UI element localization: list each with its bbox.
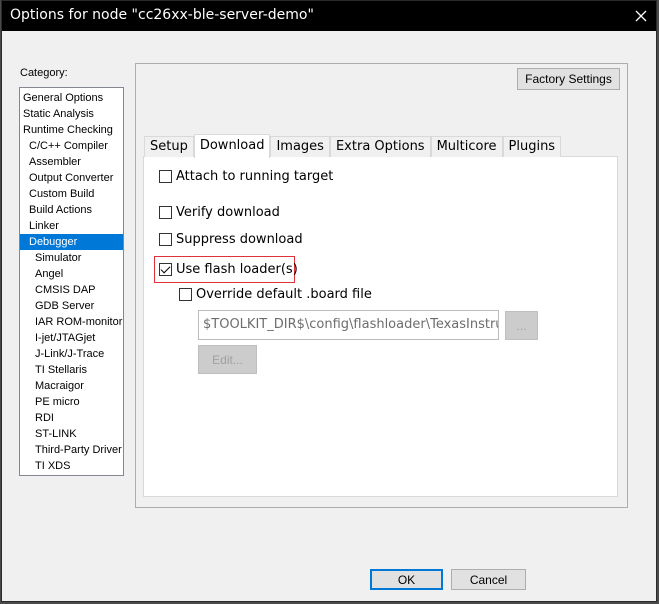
category-list[interactable]: General Options Static Analysis Runtime Ch…	[19, 87, 124, 476]
category-item[interactable]: C/C++ Compiler	[20, 138, 123, 154]
category-item[interactable]: Angel	[20, 266, 123, 282]
category-item[interactable]: RDI	[20, 410, 123, 426]
category-item[interactable]: Debugger	[20, 234, 123, 250]
attach-label: Attach to running target	[176, 169, 334, 184]
close-icon	[635, 10, 647, 22]
edit-button[interactable]: Edit...	[198, 345, 257, 374]
use-flash-loader-option[interactable]: Use flash loader(s)	[159, 262, 298, 277]
category-item[interactable]: TI XDS	[20, 458, 123, 474]
tab-setup[interactable]: Setup	[144, 136, 194, 157]
flash-loader-checkbox[interactable]	[159, 263, 172, 276]
close-button[interactable]	[626, 1, 656, 31]
category-item[interactable]: General Options	[20, 90, 123, 106]
title-bar[interactable]: Options for node "cc26xx-ble-server-demo…	[2, 1, 656, 31]
category-item[interactable]: Assembler	[20, 154, 123, 170]
category-item[interactable]: Linker	[20, 218, 123, 234]
tab-download[interactable]: Download	[193, 134, 271, 158]
tab-multicore[interactable]: Multicore	[430, 136, 503, 157]
category-item[interactable]: Output Converter	[20, 170, 123, 186]
category-item[interactable]: Static Analysis	[20, 106, 123, 122]
suppress-label: Suppress download	[176, 232, 303, 247]
attach-checkbox[interactable]	[159, 170, 172, 183]
factory-settings-button[interactable]: Factory Settings	[517, 68, 620, 90]
category-item[interactable]: ST-LINK	[20, 426, 123, 442]
category-item[interactable]: Runtime Checking	[20, 122, 123, 138]
window-title: Options for node "cc26xx-ble-server-demo…	[10, 7, 314, 23]
tab-strip: Setup Download Images Extra Options Multicor…	[144, 134, 562, 158]
override-checkbox[interactable]	[179, 288, 192, 301]
category-item[interactable]: Simulator	[20, 250, 123, 266]
verify-label: Verify download	[176, 205, 280, 220]
category-item[interactable]: I-jet/JTAGjet	[20, 330, 123, 346]
suppress-checkbox[interactable]	[159, 233, 172, 246]
cancel-button[interactable]: Cancel	[451, 569, 526, 590]
tab-extra-options[interactable]: Extra Options	[329, 136, 431, 157]
override-label: Override default .board file	[196, 287, 372, 302]
tab-images[interactable]: Images	[270, 136, 330, 157]
dialog-client-area: Category: General Options Static Analysis…	[2, 31, 656, 601]
category-item[interactable]: TI Stellaris	[20, 362, 123, 378]
suppress-download-option[interactable]: Suppress download	[159, 232, 303, 247]
category-item[interactable]: Build Actions	[20, 202, 123, 218]
category-item[interactable]: J-Link/J-Trace	[20, 346, 123, 362]
category-item[interactable]: Custom Build	[20, 186, 123, 202]
override-board-file-option[interactable]: Override default .board file	[179, 287, 372, 302]
category-item[interactable]: IAR ROM-monitor	[20, 314, 123, 330]
category-label: Category:	[20, 67, 68, 79]
verify-download-option[interactable]: Verify download	[159, 205, 280, 220]
category-item[interactable]: Macraigor	[20, 378, 123, 394]
category-item[interactable]: GDB Server	[20, 298, 123, 314]
category-item[interactable]: CMSIS DAP	[20, 282, 123, 298]
ok-button[interactable]: OK	[370, 569, 443, 590]
category-item[interactable]: PE micro	[20, 394, 123, 410]
attach-to-target-option[interactable]: Attach to running target	[159, 169, 333, 184]
flash-loader-label: Use flash loader(s)	[176, 262, 298, 277]
browse-button[interactable]: ...	[505, 311, 538, 340]
board-file-path-input[interactable]: $TOOLKIT_DIR$\config\flashloader\TexasIn…	[198, 310, 499, 340]
verify-checkbox[interactable]	[159, 206, 172, 219]
tab-plugins[interactable]: Plugins	[502, 136, 562, 157]
category-item[interactable]: Third-Party Driver	[20, 442, 123, 458]
options-dialog: Options for node "cc26xx-ble-server-demo…	[1, 0, 657, 602]
